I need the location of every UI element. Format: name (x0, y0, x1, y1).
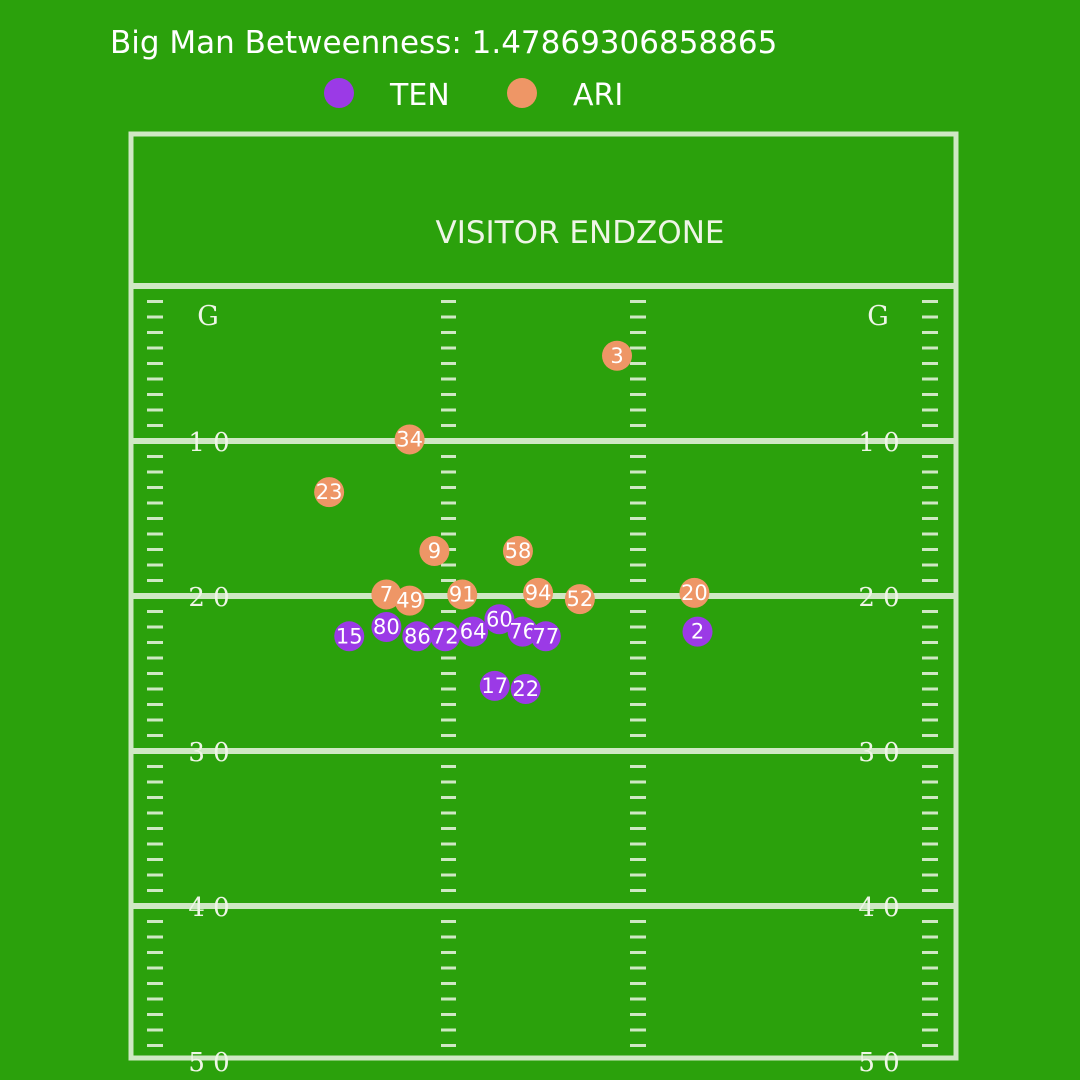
player-jersey-label: 91 (449, 582, 476, 606)
player-jersey-label: 80 (373, 615, 400, 639)
legend-marker-ten (324, 78, 354, 108)
player-jersey-label: 15 (336, 624, 363, 648)
goal-label-left: G (197, 301, 219, 332)
football-field-chart: Big Man Betweenness: 1.47869306858865 TE… (0, 0, 1080, 1080)
endzone-label: VISITOR ENDZONE (436, 215, 725, 251)
yard-label-left: 5 0 (188, 1048, 229, 1078)
yard-label-right: 2 0 (858, 583, 899, 613)
player-jersey-label: 52 (567, 587, 594, 611)
yard-label-right: 4 0 (858, 893, 899, 923)
player-jersey-label: 17 (481, 674, 508, 698)
legend-marker-ari (507, 78, 537, 108)
yard-label-left: 1 0 (188, 428, 229, 458)
yard-label-left: 4 0 (188, 893, 229, 923)
player-jersey-label: 94 (525, 581, 552, 605)
player-jersey-label: 72 (432, 624, 459, 648)
player-jersey-label: 58 (505, 539, 532, 563)
chart-title: Big Man Betweenness: 1.47869306858865 (110, 25, 777, 61)
legend-label-ten: TEN (389, 78, 450, 113)
yard-label-right: 3 0 (858, 738, 899, 768)
yard-label-right: 5 0 (858, 1048, 899, 1078)
player-jersey-label: 7 (380, 582, 393, 606)
goal-label-right: G (867, 301, 889, 332)
yard-label-right: 1 0 (858, 428, 899, 458)
player-jersey-label: 34 (396, 427, 423, 451)
chart-background (0, 0, 1080, 1080)
legend-label-ari: ARI (573, 78, 623, 113)
player-jersey-label: 64 (460, 620, 487, 644)
player-jersey-label: 22 (512, 677, 539, 701)
player-jersey-label: 86 (404, 624, 431, 648)
yard-label-left: 3 0 (188, 738, 229, 768)
player-jersey-label: 49 (396, 589, 423, 613)
yard-label-left: 2 0 (188, 583, 229, 613)
player-jersey-label: 3 (610, 344, 623, 368)
player-jersey-label: 2 (691, 620, 704, 644)
player-jersey-label: 20 (681, 581, 708, 605)
player-jersey-label: 9 (428, 539, 441, 563)
player-jersey-label: 77 (532, 624, 559, 648)
player-jersey-label: 23 (316, 480, 343, 504)
